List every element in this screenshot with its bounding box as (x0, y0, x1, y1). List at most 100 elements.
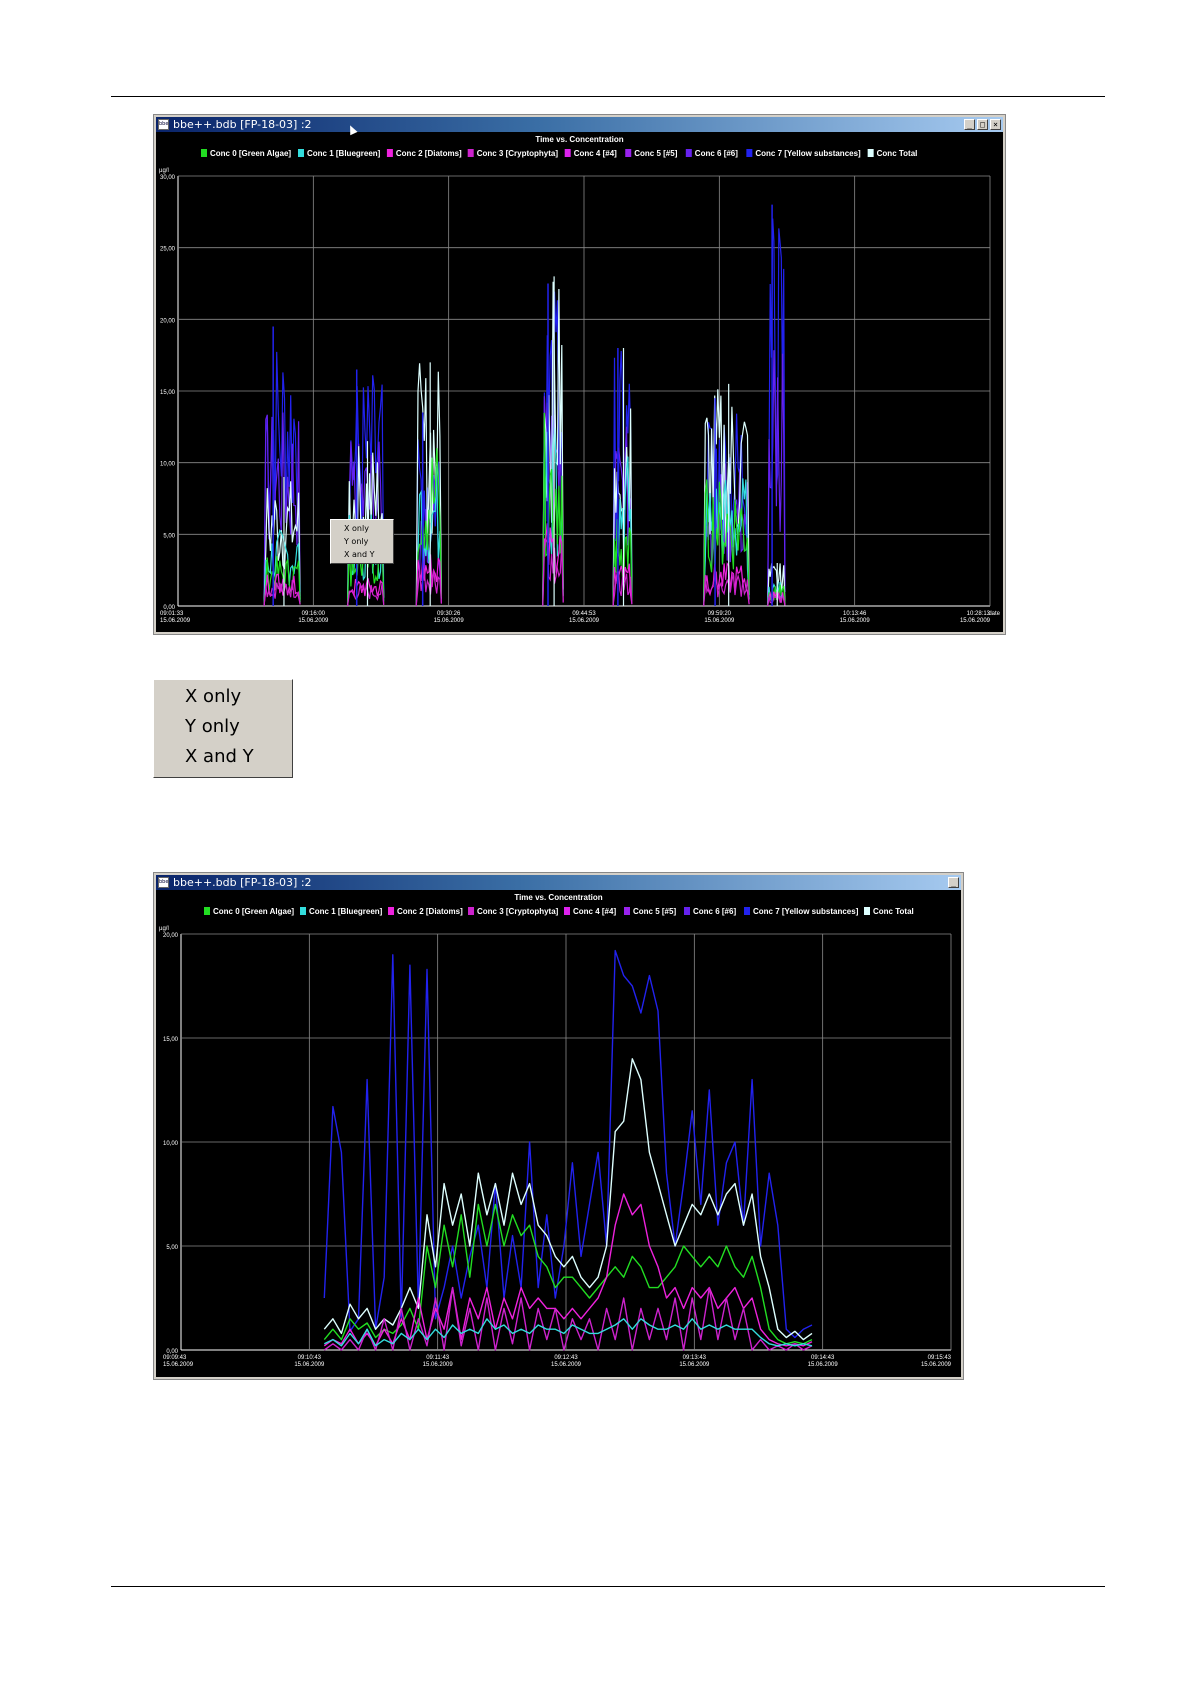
legend-swatch (685, 149, 692, 157)
y-tick-label: 30,00 (160, 175, 176, 181)
x-tick-date: 15.06.2009 (551, 1362, 582, 1368)
x-tick-time: 09:16:00 (302, 611, 326, 617)
y-tick-label: 15,00 (160, 390, 176, 396)
legend-swatch (300, 907, 306, 915)
legend-swatch (298, 149, 304, 157)
footer-rule (111, 1586, 1105, 1587)
x-tick-time: 09:09:43 (163, 1355, 187, 1361)
legend-entry: Conc 5 [#5] (633, 907, 676, 916)
y-tick-label: 5,00 (163, 533, 175, 539)
chart-plot-area[interactable]: Time vs. Concentration Conc 0 [Green Alga… (156, 890, 961, 1377)
chart-window-overview: bbe bbe++.bdb [FP-18-03] :2 _ □ × Time v… (153, 114, 1006, 635)
legend-entry: Conc 0 [Green Algae] (210, 149, 291, 158)
x-tick-date: 15.06.2009 (294, 1362, 325, 1368)
zoomed-chart[interactable]: Time vs. Concentration Conc 0 [Green Alga… (156, 890, 961, 1377)
app-icon: bbe (158, 877, 169, 888)
legend-entry: Conc 7 [Yellow substances] (753, 907, 859, 916)
legend-entry: Conc 2 [Diatoms] (397, 907, 463, 916)
minimize-button[interactable]: _ (964, 119, 975, 130)
legend-swatch (625, 149, 632, 157)
legend-entry: Conc 1 [Bluegreen] (307, 149, 381, 158)
legend-entry: Conc 4 [#4] (573, 907, 616, 916)
x-tick-time: 10:13:46 (843, 611, 867, 617)
x-tick-time: 09:59:20 (708, 611, 732, 617)
legend-swatch (744, 907, 750, 915)
window-titlebar[interactable]: bbe bbe++.bdb [FP-18-03] :2 _ □ × (156, 117, 1003, 132)
legend-entry: Conc 7 [Yellow substances] (755, 149, 861, 158)
y-tick-label: 15,00 (163, 1037, 179, 1043)
legend-swatch (684, 907, 690, 915)
x-tick-date: 15.06.2009 (160, 618, 191, 624)
legend-swatch (867, 149, 874, 157)
y-tick-label: 5,00 (166, 1245, 178, 1251)
burst-group (542, 276, 564, 606)
chart-plot-area[interactable]: Time vs. Concentration Conc 0 [Green Alga… (156, 132, 1003, 632)
minimize-button[interactable]: _ (948, 877, 959, 888)
legend-entry: Conc 2 [Diatoms] (396, 149, 462, 158)
legend-swatch (201, 149, 207, 157)
burst-group (612, 348, 633, 606)
x-tick-date: 15.06.2009 (434, 618, 465, 624)
chart-window-zoomed: bbe bbe++.bdb [FP-18-03] :2 _ Time vs. C… (153, 872, 964, 1380)
chart-title: Time vs. Concentration (535, 135, 623, 144)
legend-swatch (468, 907, 474, 915)
x-tick-time: 09:01:33 (160, 611, 184, 617)
maximize-button[interactable]: □ (977, 119, 988, 130)
series-conc3-line (612, 571, 633, 606)
y-unit-label: µg/l (159, 168, 169, 174)
legend: Conc 0 [Green Algae] Conc 1 [Bluegreen] Co… (201, 149, 917, 158)
header-rule (111, 96, 1105, 97)
burst-group (347, 369, 385, 606)
menu-item-x-only[interactable]: X only (344, 524, 369, 533)
legend-entry: Conc 3 [Cryptophyta] (477, 907, 559, 916)
menu-item-y-only[interactable]: Y only (344, 537, 368, 546)
x-tick-date: 15.06.2009 (960, 618, 991, 624)
overview-chart[interactable]: Time vs. Concentration Conc 0 [Green Alga… (156, 132, 1003, 632)
y-tick-label: 25,00 (160, 247, 176, 253)
window-titlebar[interactable]: bbe bbe++.bdb [FP-18-03] :2 _ (156, 875, 961, 890)
legend-entry: Conc 1 [Bluegreen] (309, 907, 383, 916)
legend-swatch (564, 907, 570, 915)
x-tick-date: 15.06.2009 (163, 1362, 194, 1368)
window-title: bbe++.bdb [FP-18-03] :2 (173, 118, 312, 131)
legend-entry: Conc 4 [#4] (574, 149, 617, 158)
chart-title: Time vs. Concentration (514, 893, 602, 902)
legend-entry: Conc 5 [#5] (634, 149, 677, 158)
x-tick-time: 09:11:43 (426, 1355, 450, 1361)
burst-group (703, 383, 750, 606)
legend-swatch (864, 907, 870, 915)
legend: Conc 0 [Green Algae] Conc 1 [Bluegreen] Co… (204, 907, 914, 916)
menu-item-x-only[interactable]: X only (185, 686, 241, 707)
y-tick-label: 10,00 (160, 462, 176, 468)
window-title: bbe++.bdb [FP-18-03] :2 (173, 876, 312, 889)
x-tick-time: 09:14:43 (811, 1355, 835, 1361)
x-tick-time: 10:28:13 (967, 611, 991, 617)
x-axis-label: date (988, 611, 1000, 617)
x-tick-date: 15.06.2009 (840, 618, 871, 624)
close-button[interactable]: × (990, 119, 1001, 130)
app-icon: bbe (158, 119, 169, 130)
x-tick-date: 15.06.2009 (704, 618, 735, 624)
y-tick-label: 20,00 (163, 933, 179, 939)
menu-item-y-only[interactable]: Y only (185, 716, 240, 737)
x-tick-time: 09:13:43 (683, 1355, 707, 1361)
burst-group (263, 326, 301, 606)
context-menu-overlay: X only Y only X and Y (330, 519, 394, 564)
x-tick-time: 09:12:43 (554, 1355, 578, 1361)
x-tick-date: 15.06.2009 (808, 1362, 839, 1368)
legend-entry: Conc Total (873, 907, 914, 916)
legend-swatch (204, 907, 210, 915)
menu-item-x-and-y[interactable]: X and Y (185, 746, 254, 767)
x-tick-date: 15.06.2009 (921, 1362, 952, 1368)
x-tick-time: 09:10:43 (298, 1355, 322, 1361)
menu-item-x-and-y[interactable]: X and Y (344, 550, 375, 559)
burst-group (767, 204, 786, 606)
series-line-conc-7-yellow-substances (323, 949, 813, 1339)
y-tick-label: 20,00 (160, 318, 176, 324)
x-tick-time: 09:15:43 (928, 1355, 952, 1361)
legend-entry: Conc 6 [#6] (693, 907, 736, 916)
y-tick-label: 10,00 (163, 1141, 179, 1147)
legend-swatch (467, 149, 474, 157)
series-conc6-line (263, 412, 301, 606)
legend-swatch (564, 149, 571, 157)
